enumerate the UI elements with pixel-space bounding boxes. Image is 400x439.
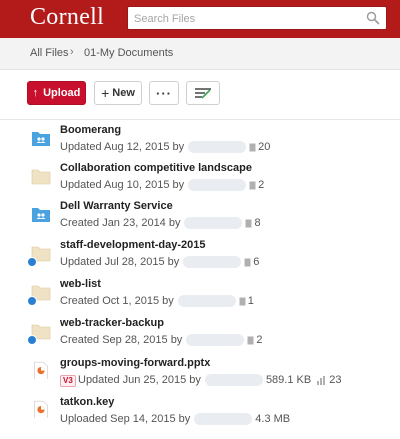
pages-icon xyxy=(239,297,246,305)
plus-icon: + xyxy=(101,84,110,101)
file-meta: Updated Aug 10, 2015 by 2 xyxy=(60,179,264,191)
file-meta-text: Created Sep 28, 2015 by xyxy=(60,334,183,346)
breadcrumb-current-folder[interactable]: 01-My Documents xyxy=(84,47,173,59)
search-icon[interactable] xyxy=(366,11,380,25)
presentation-file-icon xyxy=(34,400,48,418)
file-name[interactable]: tatkon.key xyxy=(60,396,114,408)
file-name[interactable]: Dell Warranty Service xyxy=(60,200,173,212)
list-item[interactable]: Collaboration competitive landscape Upda… xyxy=(0,159,400,197)
item-count: 20 xyxy=(249,141,270,153)
breadcrumb-all-files[interactable]: All Files xyxy=(30,47,69,59)
file-meta: Updated Aug 12, 2015 by 20 xyxy=(60,141,270,153)
search-box[interactable] xyxy=(127,6,387,30)
item-count: 1 xyxy=(239,295,254,307)
list-item[interactable]: staff-development-day-2015 Updated Jul 2… xyxy=(0,236,400,274)
file-name[interactable]: groups-moving-forward.pptx xyxy=(60,357,210,369)
file-name[interactable]: Boomerang xyxy=(60,124,121,136)
file-meta-text: Updated Jul 28, 2015 by xyxy=(60,256,180,268)
top-bar: Cornell xyxy=(0,0,400,38)
toolbar: ↑ Upload + New ··· xyxy=(0,70,400,120)
sync-icon xyxy=(27,296,37,306)
item-count: 2 xyxy=(249,179,264,191)
pages-icon xyxy=(249,181,256,189)
redacted-user xyxy=(183,256,242,268)
item-count-value: 1 xyxy=(247,295,254,307)
file-name[interactable]: staff-development-day-2015 xyxy=(60,239,206,251)
item-count-value: 8 xyxy=(254,217,261,229)
upload-button[interactable]: ↑ Upload xyxy=(27,81,86,105)
redacted-user xyxy=(204,374,263,386)
pages-icon xyxy=(245,219,252,227)
list-item[interactable]: tatkon.key Uploaded Sep 14, 2015 by 4.3 … xyxy=(0,393,400,431)
redacted-user xyxy=(184,217,243,229)
item-count-value: 2 xyxy=(256,334,263,346)
item-count-value: 6 xyxy=(253,256,260,268)
list-item[interactable]: groups-moving-forward.pptx V3 Updated Ju… xyxy=(0,354,400,392)
more-options-icon: ··· xyxy=(156,85,172,101)
file-size: 4.3 MB xyxy=(255,413,291,425)
file-name[interactable]: Collaboration competitive landscape xyxy=(60,162,252,174)
file-meta-text: Created Oct 1, 2015 by xyxy=(60,295,174,307)
presentation-file-icon xyxy=(34,361,48,379)
breadcrumb: All Files › 01-My Documents xyxy=(0,38,400,70)
folder-icon xyxy=(31,169,51,185)
file-name[interactable]: web-list xyxy=(60,278,101,290)
file-meta: Created Jan 23, 2014 by 8 xyxy=(60,217,261,229)
new-button[interactable]: + New xyxy=(94,81,142,105)
view-count-value: 23 xyxy=(329,374,342,386)
file-meta-text: Created Jan 23, 2014 by xyxy=(60,217,181,229)
file-meta: Created Oct 1, 2015 by 1 xyxy=(60,295,254,307)
redacted-user xyxy=(188,141,247,153)
list-item[interactable]: Dell Warranty Service Created Jan 23, 20… xyxy=(0,197,400,235)
version-badge[interactable]: V3 xyxy=(60,375,76,387)
breadcrumb-separator: › xyxy=(70,46,74,58)
list-item[interactable]: web-list Created Oct 1, 2015 by 1 xyxy=(0,275,400,313)
redacted-user xyxy=(186,334,245,346)
new-button-label: New xyxy=(112,87,135,99)
item-count: 6 xyxy=(244,256,259,268)
redacted-user xyxy=(188,179,247,191)
file-name[interactable]: web-tracker-backup xyxy=(60,317,164,329)
file-meta: Updated Jul 28, 2015 by 6 xyxy=(60,256,259,268)
file-meta-text: Updated Aug 10, 2015 by xyxy=(60,179,185,191)
item-count-value: 20 xyxy=(258,141,271,153)
file-meta: Created Sep 28, 2015 by 2 xyxy=(60,334,262,346)
notes-icon xyxy=(195,88,211,99)
upload-arrow-icon: ↑ xyxy=(32,87,39,99)
collab-folder-icon xyxy=(32,208,50,222)
redacted-user xyxy=(194,413,253,425)
view-count: 23 xyxy=(317,374,341,386)
sync-icon xyxy=(27,335,37,345)
sync-icon xyxy=(27,257,37,267)
file-meta-text: Updated Jun 25, 2015 by xyxy=(78,374,201,386)
file-meta: Uploaded Sep 14, 2015 by 4.3 MB xyxy=(60,413,290,425)
list-item[interactable]: web-tracker-backup Created Sep 28, 2015 … xyxy=(0,314,400,352)
file-meta-text: Updated Aug 12, 2015 by xyxy=(60,141,185,153)
more-options-button[interactable]: ··· xyxy=(149,81,179,105)
box-notes-button[interactable] xyxy=(186,81,220,105)
pages-icon xyxy=(244,258,251,266)
collab-folder-icon xyxy=(32,132,50,146)
item-count-value: 2 xyxy=(258,179,265,191)
redacted-user xyxy=(177,295,236,307)
cornell-logo[interactable]: Cornell xyxy=(30,4,104,31)
pages-icon xyxy=(247,336,254,344)
file-meta: Updated Jun 25, 2015 by 589.1 KB 23 xyxy=(78,374,341,386)
list-item[interactable]: Boomerang Updated Aug 12, 2015 by 20 xyxy=(0,121,400,159)
pages-icon xyxy=(249,143,256,151)
item-count: 2 xyxy=(247,334,262,346)
search-input[interactable] xyxy=(134,10,354,27)
upload-button-label: Upload xyxy=(43,87,81,99)
file-meta-text: Uploaded Sep 14, 2015 by xyxy=(60,413,191,425)
stats-icon xyxy=(317,375,326,385)
item-count: 8 xyxy=(245,217,261,229)
file-size: 589.1 KB xyxy=(265,374,312,386)
